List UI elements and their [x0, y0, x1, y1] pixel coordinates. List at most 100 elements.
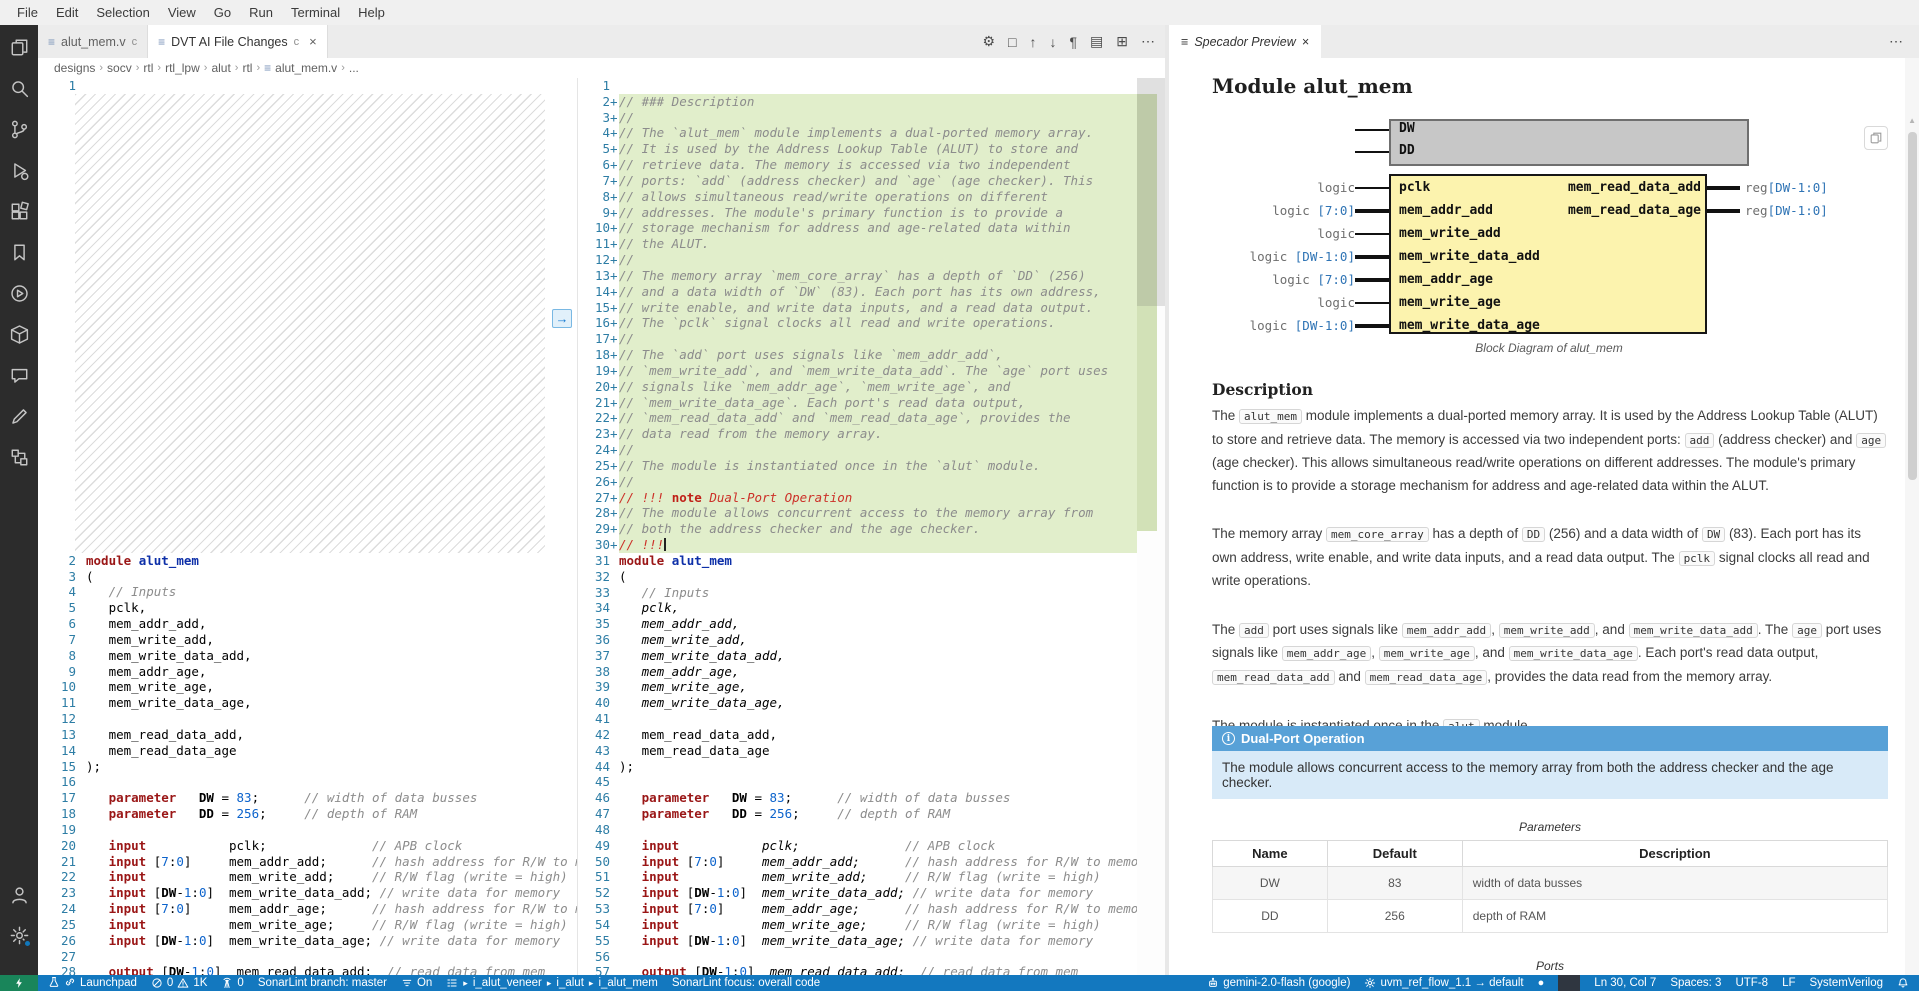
- account-icon[interactable]: [7, 883, 31, 907]
- code-line-22[interactable]: 22+// `mem_read_data_add` and `mem_read_…: [578, 410, 1137, 426]
- code-line-25[interactable]: 25 input mem_write_age; // R/W flag (wri…: [38, 917, 577, 933]
- revert-change-button[interactable]: →: [552, 309, 572, 328]
- code-line-26[interactable]: 26 input [DW-1:0] mem_write_data_age; //…: [38, 933, 577, 949]
- code-line-20[interactable]: 20 input pclk; // APB clock: [38, 838, 577, 854]
- code-line-16[interactable]: 16+// The `pclk` signal clocks all read …: [578, 315, 1137, 331]
- code-line-6[interactable]: 6 mem_addr_add,: [38, 616, 577, 632]
- code-line-10[interactable]: 10 mem_write_age,: [38, 679, 577, 695]
- code-line-45[interactable]: 45: [578, 774, 1137, 790]
- code-line-4[interactable]: 4 // Inputs: [38, 584, 577, 600]
- status-indentation[interactable]: Spaces: 3: [1670, 977, 1721, 989]
- code-line-23[interactable]: 23 input [DW-1:0] mem_write_data_add; //…: [38, 885, 577, 901]
- breadcrumb-more[interactable]: ...: [349, 61, 359, 75]
- code-line-13[interactable]: 13 mem_read_data_add,: [38, 727, 577, 743]
- code-line-25[interactable]: 25+// The module is instantiated once in…: [578, 458, 1137, 474]
- code-line-12[interactable]: 12: [38, 711, 577, 727]
- code-line-41[interactable]: 41: [578, 711, 1137, 727]
- code-line-9[interactable]: 9+// addresses. The module's primary fun…: [578, 205, 1137, 221]
- comments-icon[interactable]: [7, 363, 31, 387]
- breadcrumb[interactable]: designs›socv›rtl›rtl_lpw›alut›rtl›≡alut_…: [38, 58, 1169, 78]
- panel-scrollbar[interactable]: ▲: [1905, 58, 1919, 975]
- menu-terminal[interactable]: Terminal: [282, 0, 349, 25]
- status-filter-on[interactable]: On: [401, 977, 432, 989]
- menu-run[interactable]: Run: [240, 0, 282, 25]
- package-icon[interactable]: [7, 322, 31, 346]
- code-line-32[interactable]: 32(: [578, 569, 1137, 585]
- close-icon[interactable]: ×: [1302, 35, 1309, 49]
- explorer-icon[interactable]: [7, 35, 31, 59]
- menu-go[interactable]: Go: [205, 0, 240, 25]
- code-line-8[interactable]: 8+// allows simultaneous read/write oper…: [578, 189, 1137, 205]
- code-line-17[interactable]: 17 parameter DW = 83; // width of data b…: [38, 790, 577, 806]
- code-line-21[interactable]: 21+// `mem_write_data_age`. Each port's …: [578, 395, 1137, 411]
- code-line-30[interactable]: 30+// !!!: [578, 537, 1137, 553]
- code-line-18[interactable]: 18 parameter DD = 256; // depth of RAM: [38, 806, 577, 822]
- tab-dvt-ai-file-changes[interactable]: ≡DVT AI File Changesc×: [148, 25, 328, 58]
- status-status-dot[interactable]: ●: [1538, 977, 1545, 989]
- settings-gear-icon[interactable]: [7, 923, 31, 947]
- code-line-24[interactable]: 24+//: [578, 442, 1137, 458]
- code-line-36[interactable]: 36 mem_write_add,: [578, 632, 1137, 648]
- code-line-15[interactable]: 15+// write enable, and write data input…: [578, 300, 1137, 316]
- menu-help[interactable]: Help: [349, 0, 394, 25]
- status-sonarlint-focus[interactable]: SonarLint focus: overall code: [672, 977, 820, 989]
- code-line-26[interactable]: 26+//: [578, 474, 1137, 490]
- search-icon[interactable]: [7, 76, 31, 100]
- code-line-33[interactable]: 33 // Inputs: [578, 585, 1137, 601]
- code-line-50[interactable]: 50 input [7:0] mem_addr_add; // hash add…: [578, 854, 1137, 870]
- overview-ruler[interactable]: [1137, 78, 1165, 975]
- code-line-28[interactable]: 28+// The module allows concurrent acces…: [578, 505, 1137, 521]
- menu-view[interactable]: View: [159, 0, 205, 25]
- source-control-icon[interactable]: [7, 117, 31, 141]
- code-line-10[interactable]: 10+// storage mechanism for address and …: [578, 220, 1137, 236]
- code-line-40[interactable]: 40 mem_write_data_age,: [578, 695, 1137, 711]
- bookmarks-icon[interactable]: [7, 240, 31, 264]
- code-line-11[interactable]: 11 mem_write_data_age,: [38, 695, 577, 711]
- extensions-icon[interactable]: [7, 199, 31, 223]
- code-line-5[interactable]: 5 pclk,: [38, 600, 577, 616]
- scrollbar-thumb[interactable]: [1137, 78, 1165, 306]
- previous-change-icon[interactable]: ↑: [1030, 34, 1037, 50]
- status-scope-breadcrumb[interactable]: ▸i_alut_veneer▸i_alut▸i_alut_mem: [446, 977, 658, 989]
- status-eol[interactable]: LF: [1782, 977, 1795, 989]
- code-line-35[interactable]: 35 mem_addr_add,: [578, 616, 1137, 632]
- code-line-27[interactable]: 27+// !!! note Dual-Port Operation: [578, 490, 1137, 506]
- code-line-39[interactable]: 39 mem_write_age,: [578, 679, 1137, 695]
- menu-edit[interactable]: Edit: [47, 0, 87, 25]
- code-line-38[interactable]: 38 mem_addr_age,: [578, 664, 1137, 680]
- code-line-43[interactable]: 43 mem_read_data_age: [578, 743, 1137, 759]
- code-line-54[interactable]: 54 input mem_write_age; // R/W flag (wri…: [578, 917, 1137, 933]
- next-change-icon[interactable]: ↓: [1050, 34, 1057, 50]
- code-line-9[interactable]: 9 mem_addr_age,: [38, 664, 577, 680]
- code-line-2[interactable]: 2module alut_mem: [38, 553, 577, 569]
- code-line-4[interactable]: 4+// The `alut_mem` module implements a …: [578, 125, 1137, 141]
- code-line-3[interactable]: 3(: [38, 569, 577, 585]
- code-line-6[interactable]: 6+// retrieve data. The memory is access…: [578, 157, 1137, 173]
- code-line-11[interactable]: 11+// the ALUT.: [578, 236, 1137, 252]
- code-line-47[interactable]: 47 parameter DD = 256; // depth of RAM: [578, 806, 1137, 822]
- code-line-37[interactable]: 37 mem_write_data_add,: [578, 648, 1137, 664]
- close-icon[interactable]: ×: [309, 34, 317, 49]
- breadcrumb-item[interactable]: alut: [211, 61, 230, 75]
- code-line-27[interactable]: 27: [38, 949, 577, 965]
- layout-icon[interactable]: □: [1008, 34, 1016, 50]
- menu-selection[interactable]: Selection: [87, 0, 158, 25]
- code-line-48[interactable]: 48: [578, 822, 1137, 838]
- status-sonarlint-branch[interactable]: SonarLint branch: master: [258, 977, 387, 989]
- code-line-7[interactable]: 7 mem_write_add,: [38, 632, 577, 648]
- code-line-3[interactable]: 3+//: [578, 110, 1137, 126]
- more-actions-icon[interactable]: ⋯: [1889, 25, 1919, 58]
- status-problems[interactable]: 01K: [151, 977, 207, 989]
- code-line-51[interactable]: 51 input mem_write_add; // R/W flag (wri…: [578, 869, 1137, 885]
- breadcrumb-item[interactable]: designs: [54, 61, 95, 75]
- status-language-mode[interactable]: SystemVerilog: [1809, 977, 1883, 989]
- status-ai-model[interactable]: gemini-2.0-flash (google): [1207, 977, 1350, 989]
- code-line-24[interactable]: 24 input [7:0] mem_addr_age; // hash add…: [38, 901, 577, 917]
- code-line-31[interactable]: 31module alut_mem: [578, 553, 1137, 569]
- book-icon[interactable]: ▤: [1090, 33, 1103, 50]
- breadcrumb-item[interactable]: rtl: [242, 61, 252, 75]
- code-line-18[interactable]: 18+// The `add` port uses signals like `…: [578, 347, 1137, 363]
- breadcrumb-item[interactable]: socv: [107, 61, 132, 75]
- code-line-34[interactable]: 34 pclk,: [578, 600, 1137, 616]
- code-line-2[interactable]: 2+// ### Description: [578, 94, 1137, 110]
